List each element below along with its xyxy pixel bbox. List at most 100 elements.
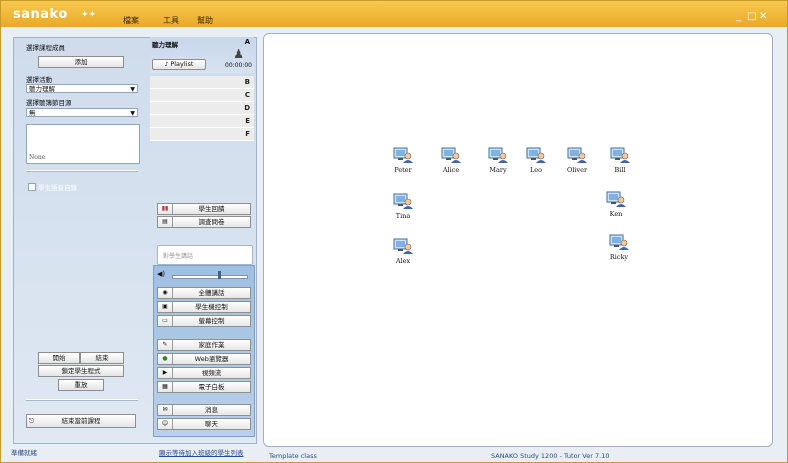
student-computer-icon bbox=[603, 147, 637, 163]
volume-icon: ◀) bbox=[157, 270, 166, 278]
student-seat[interactable]: Oliver bbox=[560, 147, 594, 174]
timer: 00:00:00 bbox=[225, 62, 252, 69]
web-browser-button[interactable]: ● Web瀏覽器 bbox=[157, 353, 251, 365]
globe-icon: ● bbox=[158, 354, 173, 364]
student-seat[interactable]: Mary bbox=[481, 147, 515, 174]
dropdown-arrow-icon: ▼ bbox=[130, 86, 135, 93]
whiteboard-button[interactable]: ▦ 電子白板 bbox=[157, 381, 251, 393]
lock-program-button[interactable]: 鎖定學生程式 bbox=[38, 365, 124, 377]
activity-select[interactable]: 聽力理解 ▼ bbox=[26, 84, 138, 93]
chat-label: 聊天 bbox=[205, 420, 218, 428]
end-session-button[interactable]: ⎋ 結束當前課程 bbox=[26, 414, 136, 428]
screen-icon: ▭ bbox=[158, 316, 173, 326]
logo-mark-icon: ✦✦ bbox=[81, 10, 97, 20]
student-name: Tina bbox=[395, 212, 411, 220]
speech-box[interactable]: 對學生講話 bbox=[157, 245, 253, 265]
replay-button[interactable]: 重放 bbox=[58, 379, 104, 391]
student-name: Oliver bbox=[566, 166, 588, 174]
student-computer-icon bbox=[602, 234, 636, 250]
dropdown-arrow-icon: ▼ bbox=[130, 110, 135, 117]
menu-file[interactable]: 檔案 bbox=[123, 15, 139, 26]
status-ready: 準備就緒 bbox=[11, 449, 37, 457]
whiteboard-icon: ▦ bbox=[158, 382, 173, 392]
student-seat[interactable]: Ricky bbox=[602, 234, 636, 261]
video-icon: ▶ bbox=[158, 368, 173, 378]
playlist-label: Playlist bbox=[170, 60, 194, 68]
activity-header: 聽力理解 A ♟ ♪ Playlist 00:00:00 bbox=[150, 37, 254, 73]
close-icon[interactable]: ✕ bbox=[759, 11, 767, 22]
message-button[interactable]: ✉ 消息 bbox=[157, 404, 251, 416]
all-speak-label: 全體講話 bbox=[198, 289, 225, 297]
student-seat[interactable]: Ken bbox=[599, 191, 633, 218]
homework-button[interactable]: ✎ 家庭作業 bbox=[157, 339, 251, 351]
menu-help[interactable]: 幫助 bbox=[197, 15, 213, 26]
student-computer-icon bbox=[386, 147, 420, 163]
student-control-label: 學生機控制 bbox=[195, 303, 228, 311]
select-playlist-label: 選擇聽簿節目源 bbox=[26, 99, 72, 107]
activity-title: 聽力理解 bbox=[152, 41, 178, 49]
student-computer-icon bbox=[386, 193, 420, 209]
student-name: Leo bbox=[529, 166, 543, 174]
select-members-label: 選擇課程成員 bbox=[26, 44, 65, 52]
row-f[interactable]: F bbox=[150, 128, 254, 141]
version-text: SANAKO Study 1200 - Tutor Ver 7.10 bbox=[491, 452, 610, 460]
waiting-students-link[interactable]: 顯示等待加入班級的學生列表 bbox=[159, 447, 244, 457]
homework-icon: ✎ bbox=[158, 340, 173, 350]
control-icon: ▣ bbox=[158, 302, 173, 312]
maximize-icon[interactable]: □ bbox=[747, 11, 756, 22]
student-computer-icon bbox=[560, 147, 594, 163]
classroom-area bbox=[263, 33, 773, 447]
video-stream-button[interactable]: ▶ 視頻流 bbox=[157, 367, 251, 379]
student-computer-icon bbox=[386, 238, 420, 254]
student-seat[interactable]: Alex bbox=[386, 238, 420, 265]
row-e[interactable]: E bbox=[150, 115, 254, 128]
student-name: Alice bbox=[442, 166, 460, 174]
student-computer-icon bbox=[434, 147, 468, 163]
sanako-logo: sanako bbox=[13, 7, 68, 22]
video-stream-label: 視頻流 bbox=[201, 369, 222, 377]
playlist-value: 無 bbox=[29, 109, 36, 117]
row-b[interactable]: B bbox=[150, 76, 254, 89]
student-seat[interactable]: Bill bbox=[603, 147, 637, 174]
student-computer-icon bbox=[599, 191, 633, 207]
add-button[interactable]: 添加 bbox=[38, 56, 124, 68]
student-computer-icon bbox=[519, 147, 553, 163]
playlist-select[interactable]: 無 ▼ bbox=[26, 108, 138, 117]
auto-record-checkbox[interactable] bbox=[28, 183, 36, 191]
volume-slider-handle[interactable] bbox=[218, 271, 221, 279]
student-name: Peter bbox=[394, 166, 412, 174]
student-seat[interactable]: Peter bbox=[386, 147, 420, 174]
source-none-text: None bbox=[29, 154, 46, 161]
minimize-icon[interactable]: _ bbox=[736, 11, 741, 22]
screen-control-label: 螢幕控制 bbox=[198, 317, 225, 325]
student-name: Alex bbox=[395, 257, 411, 265]
bar-chart-icon: ▮▮ bbox=[158, 204, 173, 214]
message-icon: ✉ bbox=[158, 405, 173, 415]
chat-icon: ☺ bbox=[158, 419, 173, 429]
student-seat[interactable]: Leo bbox=[519, 147, 553, 174]
all-speak-button[interactable]: ◉ 全體講話 bbox=[157, 287, 251, 299]
template-class-text: Template class bbox=[269, 452, 317, 460]
row-a-label: A bbox=[244, 38, 250, 46]
menu-tools[interactable]: 工具 bbox=[163, 15, 179, 26]
homework-label: 家庭作業 bbox=[198, 341, 225, 349]
end-button[interactable]: 結束 bbox=[80, 352, 124, 364]
app-window: sanako ✦✦ 檔案 工具 幫助 _ □ ✕ 選擇課程成員 添加 選擇活動 … bbox=[0, 0, 788, 463]
screen-control-button[interactable]: ▭ 螢幕控制 bbox=[157, 315, 251, 327]
student-reply-button[interactable]: ▮▮ 學生回饋 bbox=[157, 203, 251, 215]
title-bar: sanako ✦✦ 檔案 工具 幫助 _ □ ✕ bbox=[1, 1, 787, 27]
chat-button[interactable]: ☺ 聊天 bbox=[157, 418, 251, 430]
student-seat[interactable]: Alice bbox=[434, 147, 468, 174]
student-seat[interactable]: Tina bbox=[386, 193, 420, 220]
row-d[interactable]: D bbox=[150, 102, 254, 115]
survey-label: 調查問卷 bbox=[198, 218, 225, 226]
playlist-button[interactable]: ♪ Playlist bbox=[152, 59, 206, 70]
auto-record-label: 學生語音自錄 bbox=[38, 184, 77, 192]
start-button[interactable]: 開始 bbox=[38, 352, 80, 364]
student-figure-icon: ♟ bbox=[233, 47, 244, 61]
volume-slider[interactable] bbox=[172, 275, 248, 279]
divider bbox=[26, 399, 138, 401]
row-c[interactable]: C bbox=[150, 89, 254, 102]
student-control-button[interactable]: ▣ 學生機控制 bbox=[157, 301, 251, 313]
survey-button[interactable]: ▤ 調查問卷 bbox=[157, 216, 251, 228]
